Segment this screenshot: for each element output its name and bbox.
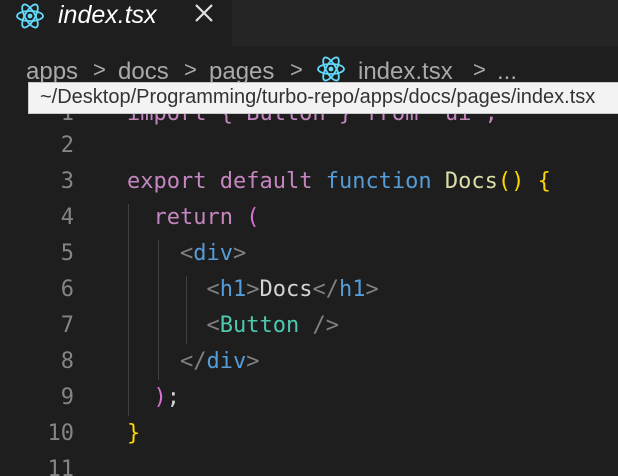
close-icon[interactable] [191,1,217,27]
code-line: 3 export default function Docs() { [0,164,618,200]
tag-bracket: > [365,277,379,302]
tab-title: index.tsx [58,1,157,29]
line-number: 11 [47,457,75,476]
line-number: 8 [60,349,74,374]
breadcrumb-separator: > [184,57,197,82]
line-content: </div> [127,349,260,374]
line-number: 6 [60,277,74,302]
jsx-text: Docs [259,277,313,302]
code-line: 8 </div> [0,344,618,380]
code-line: 9 ); [0,380,618,416]
tag-bracket: < [206,313,220,338]
react-icon [316,56,346,82]
line-content: <Button /> [127,313,339,338]
tag-bracket: < [206,277,220,302]
paren: ( [246,205,260,230]
line-number: 9 [60,385,74,410]
tag-bracket: </ [312,277,339,302]
tag-bracket: > [246,277,260,302]
line-content: export default function Docs() { [127,169,551,194]
line-number: 7 [60,313,74,338]
line-content: <div> [127,241,246,266]
brace: { [537,169,551,194]
tab-index-tsx[interactable]: index.tsx [0,0,232,46]
code-line: 7 <Button /> [0,308,618,344]
keyword: function [325,169,432,194]
line-number: 2 [60,133,74,158]
tag-bracket: < [179,241,194,266]
tag-bracket: > [246,349,260,374]
tag-bracket: > [232,241,247,266]
tooltip-path: ~/Desktop/Programming/turbo-repo/apps/do… [40,86,596,108]
brace: } [127,421,141,446]
line-content: <h1>Docs</h1> [127,277,379,302]
breadcrumb-separator: > [93,57,106,82]
line-number: 10 [47,421,75,446]
react-icon [15,3,45,29]
breadcrumb-separator: > [290,57,303,82]
tag-bracket: /> [299,313,339,338]
line-number: 5 [60,241,74,266]
tab-bar: index.tsx [0,0,618,46]
tag-name: h1 [338,277,366,302]
line-number: 4 [60,205,74,230]
function-name: Docs [444,169,498,194]
tag-name: div [193,241,233,266]
code-line: 10 } [0,416,618,452]
breadcrumb-separator: > [473,57,486,82]
component-name: Button [219,313,300,338]
code-line: 4 return ( [0,200,618,236]
line-content: return ( [127,205,260,230]
code-editor[interactable]: 1 import { Button } from "ui"; 2 3 expor… [0,94,618,476]
parens: () [497,169,525,194]
tag-bracket: </ [179,349,207,374]
tag-name: div [206,349,247,374]
keyword: default [219,169,313,194]
code-line: 6 <h1>Docs</h1> [0,272,618,308]
path-tooltip: ~/Desktop/Programming/turbo-repo/apps/do… [28,82,618,114]
keyword: export [127,169,207,194]
keyword: return [153,205,233,230]
semicolon: ; [166,385,180,410]
paren: ) [153,385,167,410]
line-number: 3 [60,169,74,194]
code-line: 2 [0,128,618,164]
line-content: } [127,421,140,446]
code-line: 11 [0,452,618,476]
code-line: 5 <div> [0,236,618,272]
tag-name: h1 [219,277,247,302]
line-content: ); [127,385,181,410]
